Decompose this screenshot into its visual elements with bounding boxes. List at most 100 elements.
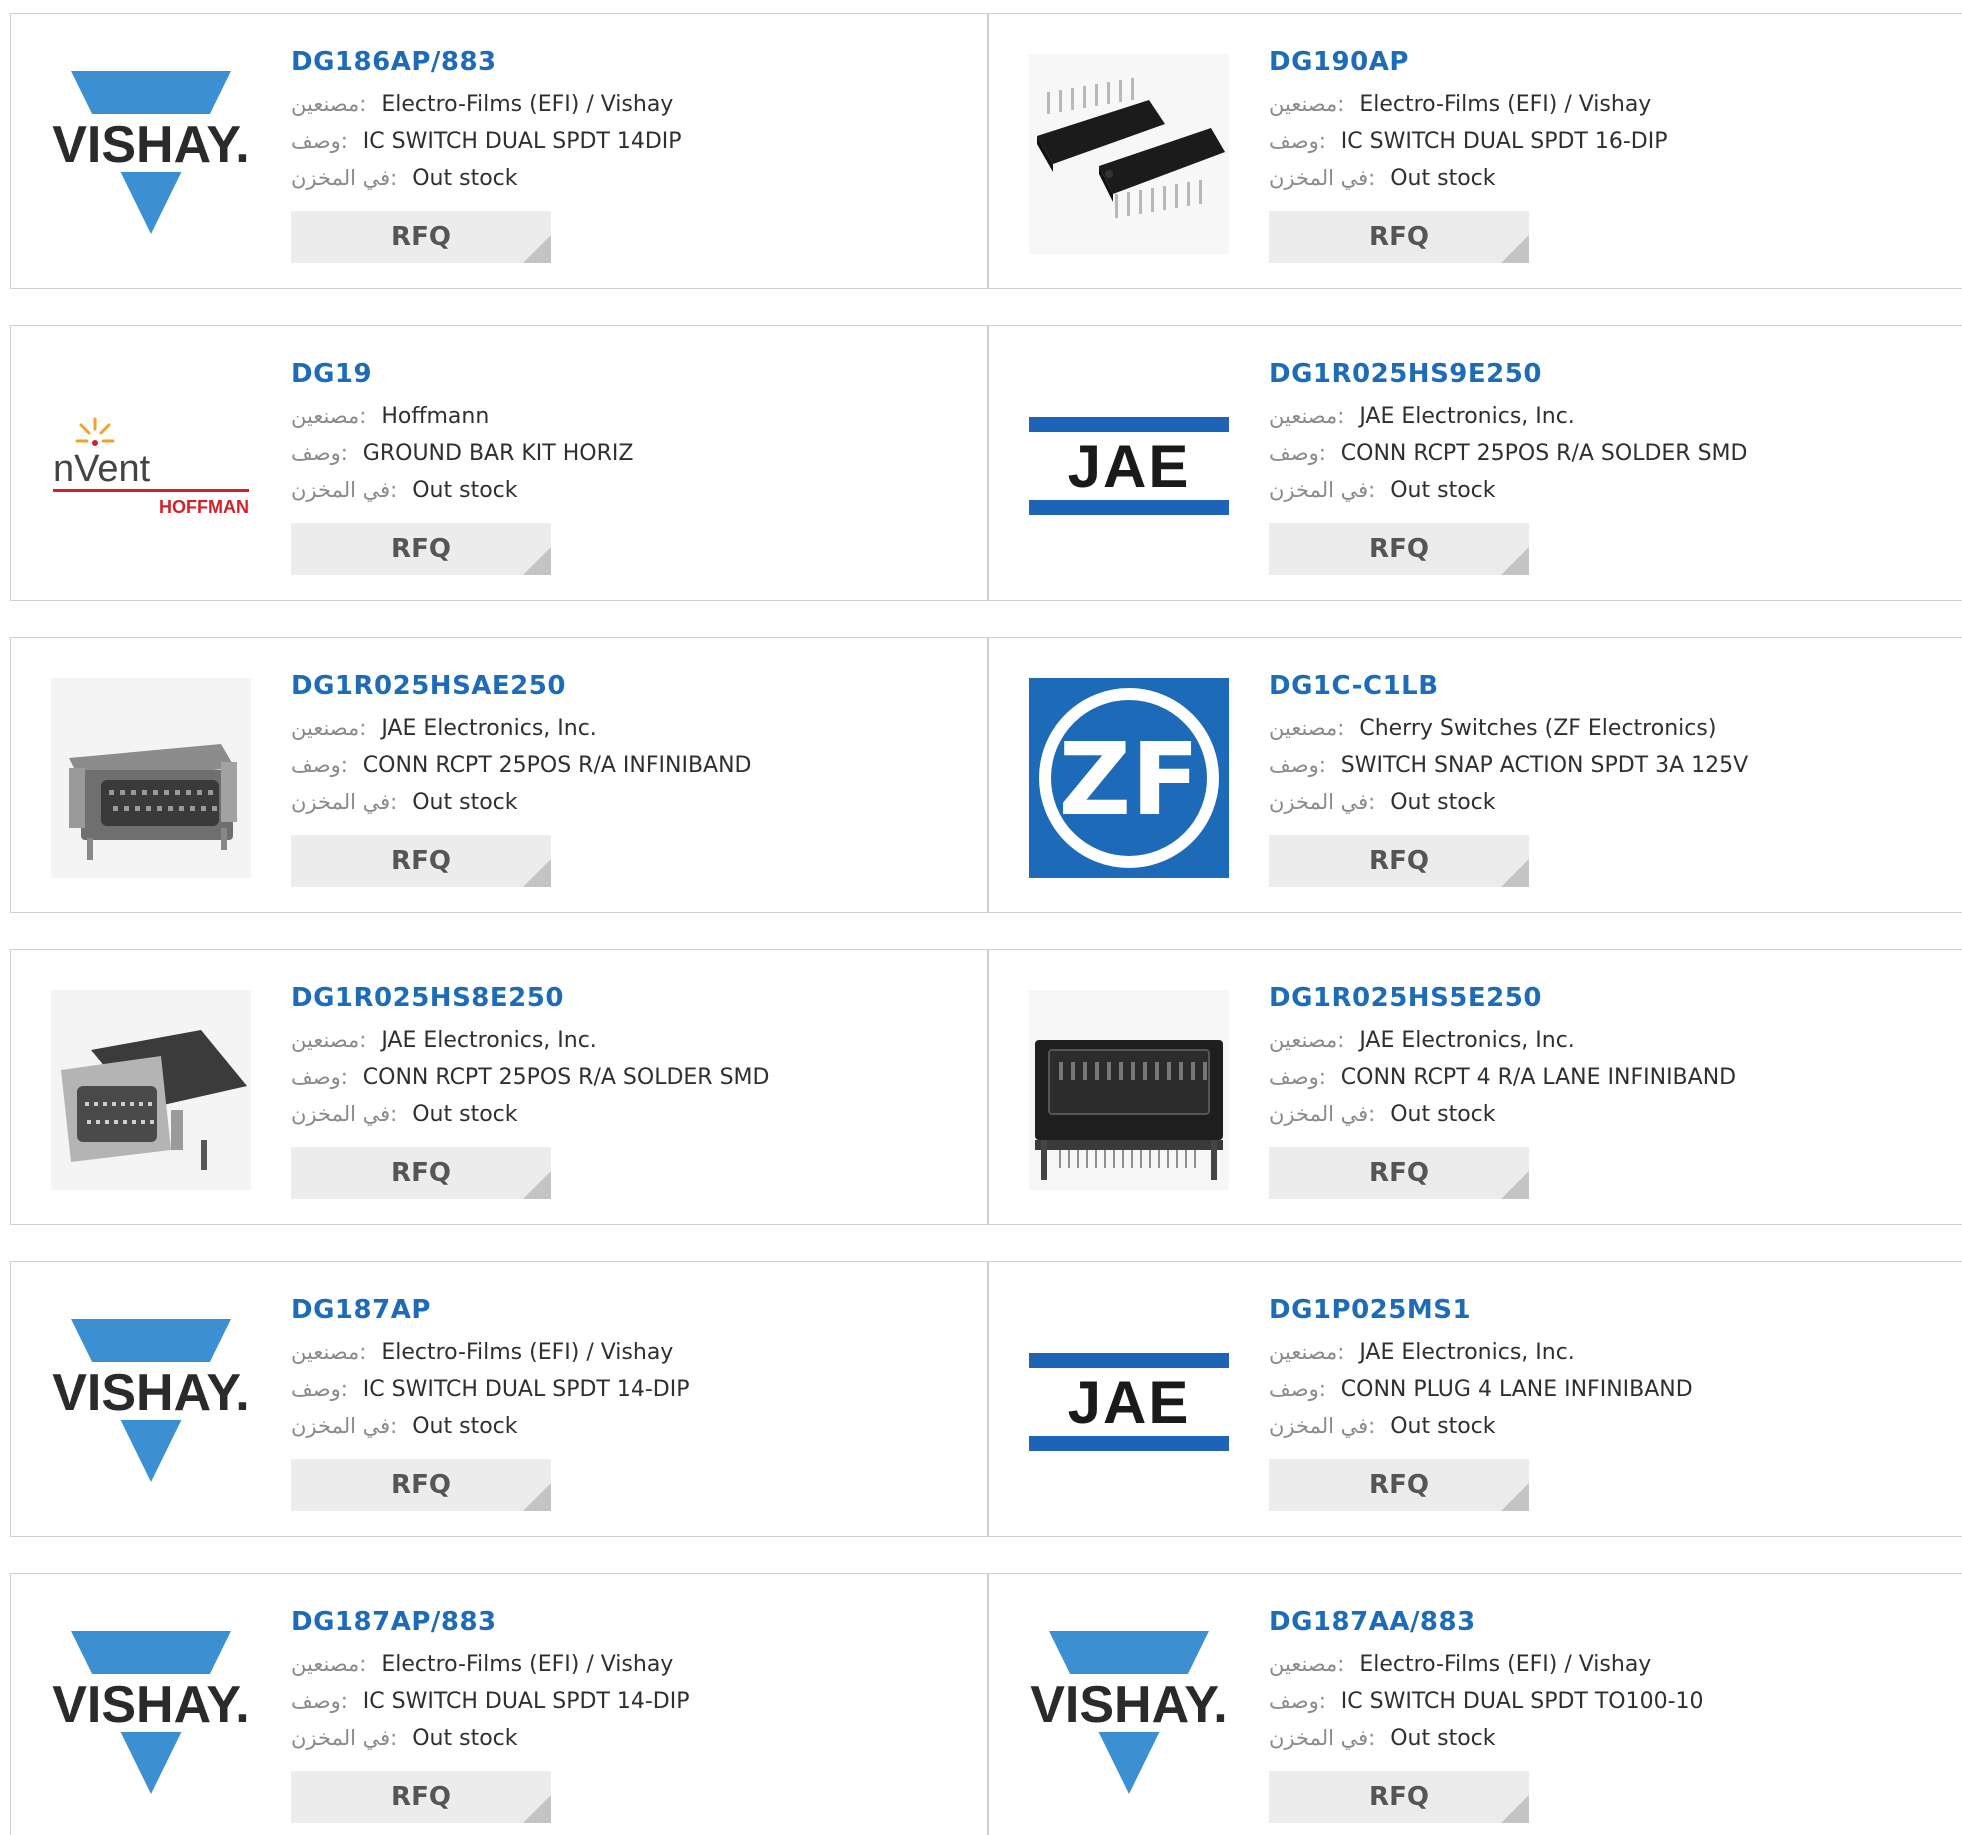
stock-row: :في المخزن Out stock	[291, 1096, 769, 1133]
manufacturer-row: :مصنعين Electro-Films (EFI) / Vishay	[1269, 1646, 1704, 1683]
description-value: CONN RCPT 25POS R/A INFINIBAND	[362, 753, 752, 778]
manufacturer-value: Electro-Films (EFI) / Vishay	[1359, 92, 1652, 117]
description-value: IC SWITCH DUAL SPDT 14DIP	[362, 129, 682, 154]
product-image[interactable]	[51, 990, 251, 1190]
part-number-link[interactable]: DG187AP/883	[291, 1604, 689, 1640]
manufacturer-label: :مصنعين	[1269, 404, 1345, 428]
product-image[interactable]	[1029, 990, 1229, 1190]
product-image[interactable]	[51, 678, 251, 878]
description-label: :وصف	[1269, 1065, 1326, 1089]
manufacturer-value: Electro-Films (EFI) / Vishay	[381, 1652, 674, 1677]
stock-label: :في المخزن	[1269, 790, 1376, 814]
rfq-button[interactable]: RFQ	[291, 211, 551, 263]
part-number-link[interactable]: DG1P025MS1	[1269, 1292, 1693, 1328]
description-value: CONN RCPT 25POS R/A SOLDER SMD	[1340, 441, 1748, 466]
description-value: GROUND BAR KIT HORIZ	[362, 441, 634, 466]
description-row: :وصف IC SWITCH DUAL SPDT 16-DIP	[1269, 123, 1667, 160]
part-number-link[interactable]: DG1R025HS8E250	[291, 980, 769, 1016]
manufacturer-value: JAE Electronics, Inc.	[381, 1028, 597, 1053]
stock-label: :في المخزن	[1269, 1102, 1376, 1126]
product-info: DG1R025HS5E250 :مصنعين JAE Electronics, …	[1269, 980, 1736, 1199]
hoffman-logo-text: HOFFMAN	[159, 497, 249, 517]
description-value: IC SWITCH DUAL SPDT TO100-10	[1340, 1689, 1704, 1714]
product-image[interactable]: JAE	[1029, 1302, 1229, 1502]
part-number-link[interactable]: DG190AP	[1269, 44, 1667, 80]
part-number-link[interactable]: DG1R025HS9E250	[1269, 356, 1747, 392]
product-image[interactable]: VISHAY.	[51, 1614, 251, 1814]
description-label: :وصف	[291, 753, 348, 777]
part-number-link[interactable]: DG187AP	[291, 1292, 689, 1328]
product-info: DG1R025HS8E250 :مصنعين JAE Electronics, …	[291, 980, 769, 1199]
product-info: DG1C-C1LB :مصنعين Cherry Switches (ZF El…	[1269, 668, 1748, 887]
product-info: DG1R025HS9E250 :مصنعين JAE Electronics, …	[1269, 356, 1747, 575]
part-number-link[interactable]: DG187AA/883	[1269, 1604, 1704, 1640]
product-image[interactable]: ZF	[1029, 678, 1229, 878]
manufacturer-label: :مصنعين	[291, 1340, 367, 1364]
rfq-label: RFQ	[1369, 1782, 1429, 1812]
vishay-logo: VISHAY.	[1029, 1631, 1229, 1794]
rfq-label: RFQ	[391, 1782, 451, 1812]
rfq-button[interactable]: RFQ	[291, 1147, 551, 1199]
description-row: :وصف CONN RCPT 25POS R/A INFINIBAND	[291, 747, 751, 784]
stock-label: :في المخزن	[291, 166, 398, 190]
description-row: :وصف SWITCH SNAP ACTION SPDT 3A 125V	[1269, 747, 1748, 784]
manufacturer-label: :مصنعين	[1269, 1340, 1345, 1364]
part-number-link[interactable]: DG19	[291, 356, 633, 392]
stock-row: :في المخزن Out stock	[291, 160, 682, 197]
stock-label: :في المخزن	[291, 478, 398, 502]
description-label: :وصف	[1269, 753, 1326, 777]
rfq-button[interactable]: RFQ	[291, 523, 551, 575]
product-card: DG1R025HSAE250 :مصنعين JAE Electronics, …	[10, 637, 988, 913]
manufacturer-label: :مصنعين	[1269, 1028, 1345, 1052]
nvent-logo-text: nVent	[53, 448, 151, 490]
connector-front-photo	[1029, 990, 1229, 1190]
product-image[interactable]: JAE	[1029, 366, 1229, 566]
vishay-logo: VISHAY.	[51, 1631, 251, 1794]
part-number-link[interactable]: DG1R025HS5E250	[1269, 980, 1736, 1016]
manufacturer-label: :مصنعين	[291, 1652, 367, 1676]
product-image[interactable]: VISHAY.	[51, 1302, 251, 1502]
part-number-link[interactable]: DG186AP/883	[291, 44, 682, 80]
stock-row: :في المخزن Out stock	[1269, 1720, 1704, 1757]
manufacturer-value: Cherry Switches (ZF Electronics)	[1359, 716, 1717, 741]
product-card: VISHAY. DG187AP :مصنعين Electro-Films (E…	[10, 1261, 988, 1537]
rfq-button[interactable]: RFQ	[1269, 211, 1529, 263]
stock-row: :في المخزن Out stock	[1269, 160, 1667, 197]
product-image[interactable]: VISHAY.	[1029, 1614, 1229, 1814]
stock-value: Out stock	[1390, 1102, 1496, 1127]
product-image[interactable]: nVent HOFFMAN	[51, 366, 251, 566]
product-card: DG190AP :مصنعين Electro-Films (EFI) / Vi…	[988, 13, 1962, 289]
rfq-button[interactable]: RFQ	[1269, 523, 1529, 575]
description-label: :وصف	[1269, 441, 1326, 465]
manufacturer-row: :مصنعين Electro-Films (EFI) / Vishay	[1269, 86, 1667, 123]
rfq-corner-decoration	[523, 859, 551, 887]
manufacturer-label: :مصنعين	[291, 1028, 367, 1052]
zf-logo: ZF	[1029, 678, 1229, 878]
rfq-button[interactable]: RFQ	[1269, 835, 1529, 887]
part-number-link[interactable]: DG1R025HSAE250	[291, 668, 751, 704]
rfq-button[interactable]: RFQ	[291, 835, 551, 887]
rfq-button[interactable]: RFQ	[1269, 1459, 1529, 1511]
rfq-label: RFQ	[391, 846, 451, 876]
dip-chip-photo	[1029, 54, 1229, 254]
rfq-button[interactable]: RFQ	[291, 1459, 551, 1511]
stock-row: :في المخزن Out stock	[1269, 784, 1748, 821]
manufacturer-row: :مصنعين JAE Electronics, Inc.	[291, 710, 751, 747]
part-number-link[interactable]: DG1C-C1LB	[1269, 668, 1748, 704]
rfq-button[interactable]: RFQ	[291, 1771, 551, 1823]
product-info: DG187AA/883 :مصنعين Electro-Films (EFI) …	[1269, 1604, 1704, 1823]
stock-row: :في المخزن Out stock	[291, 472, 633, 509]
rfq-corner-decoration	[1501, 1171, 1529, 1199]
rfq-button[interactable]: RFQ	[1269, 1771, 1529, 1823]
stock-label: :في المخزن	[291, 1102, 398, 1126]
product-card: nVent HOFFMAN DG19 :مصنعين Hoffmann :وصف…	[10, 325, 988, 601]
product-image[interactable]: VISHAY.	[51, 54, 251, 254]
product-info: DG1P025MS1 :مصنعين JAE Electronics, Inc.…	[1269, 1292, 1693, 1511]
manufacturer-row: :مصنعين Hoffmann	[291, 398, 633, 435]
vishay-logo: VISHAY.	[51, 1319, 251, 1482]
product-card: DG1R025HS8E250 :مصنعين JAE Electronics, …	[10, 949, 988, 1225]
rfq-button[interactable]: RFQ	[1269, 1147, 1529, 1199]
product-image[interactable]	[1029, 54, 1229, 254]
connector-photo	[51, 678, 251, 878]
manufacturer-value: JAE Electronics, Inc.	[1359, 404, 1575, 429]
